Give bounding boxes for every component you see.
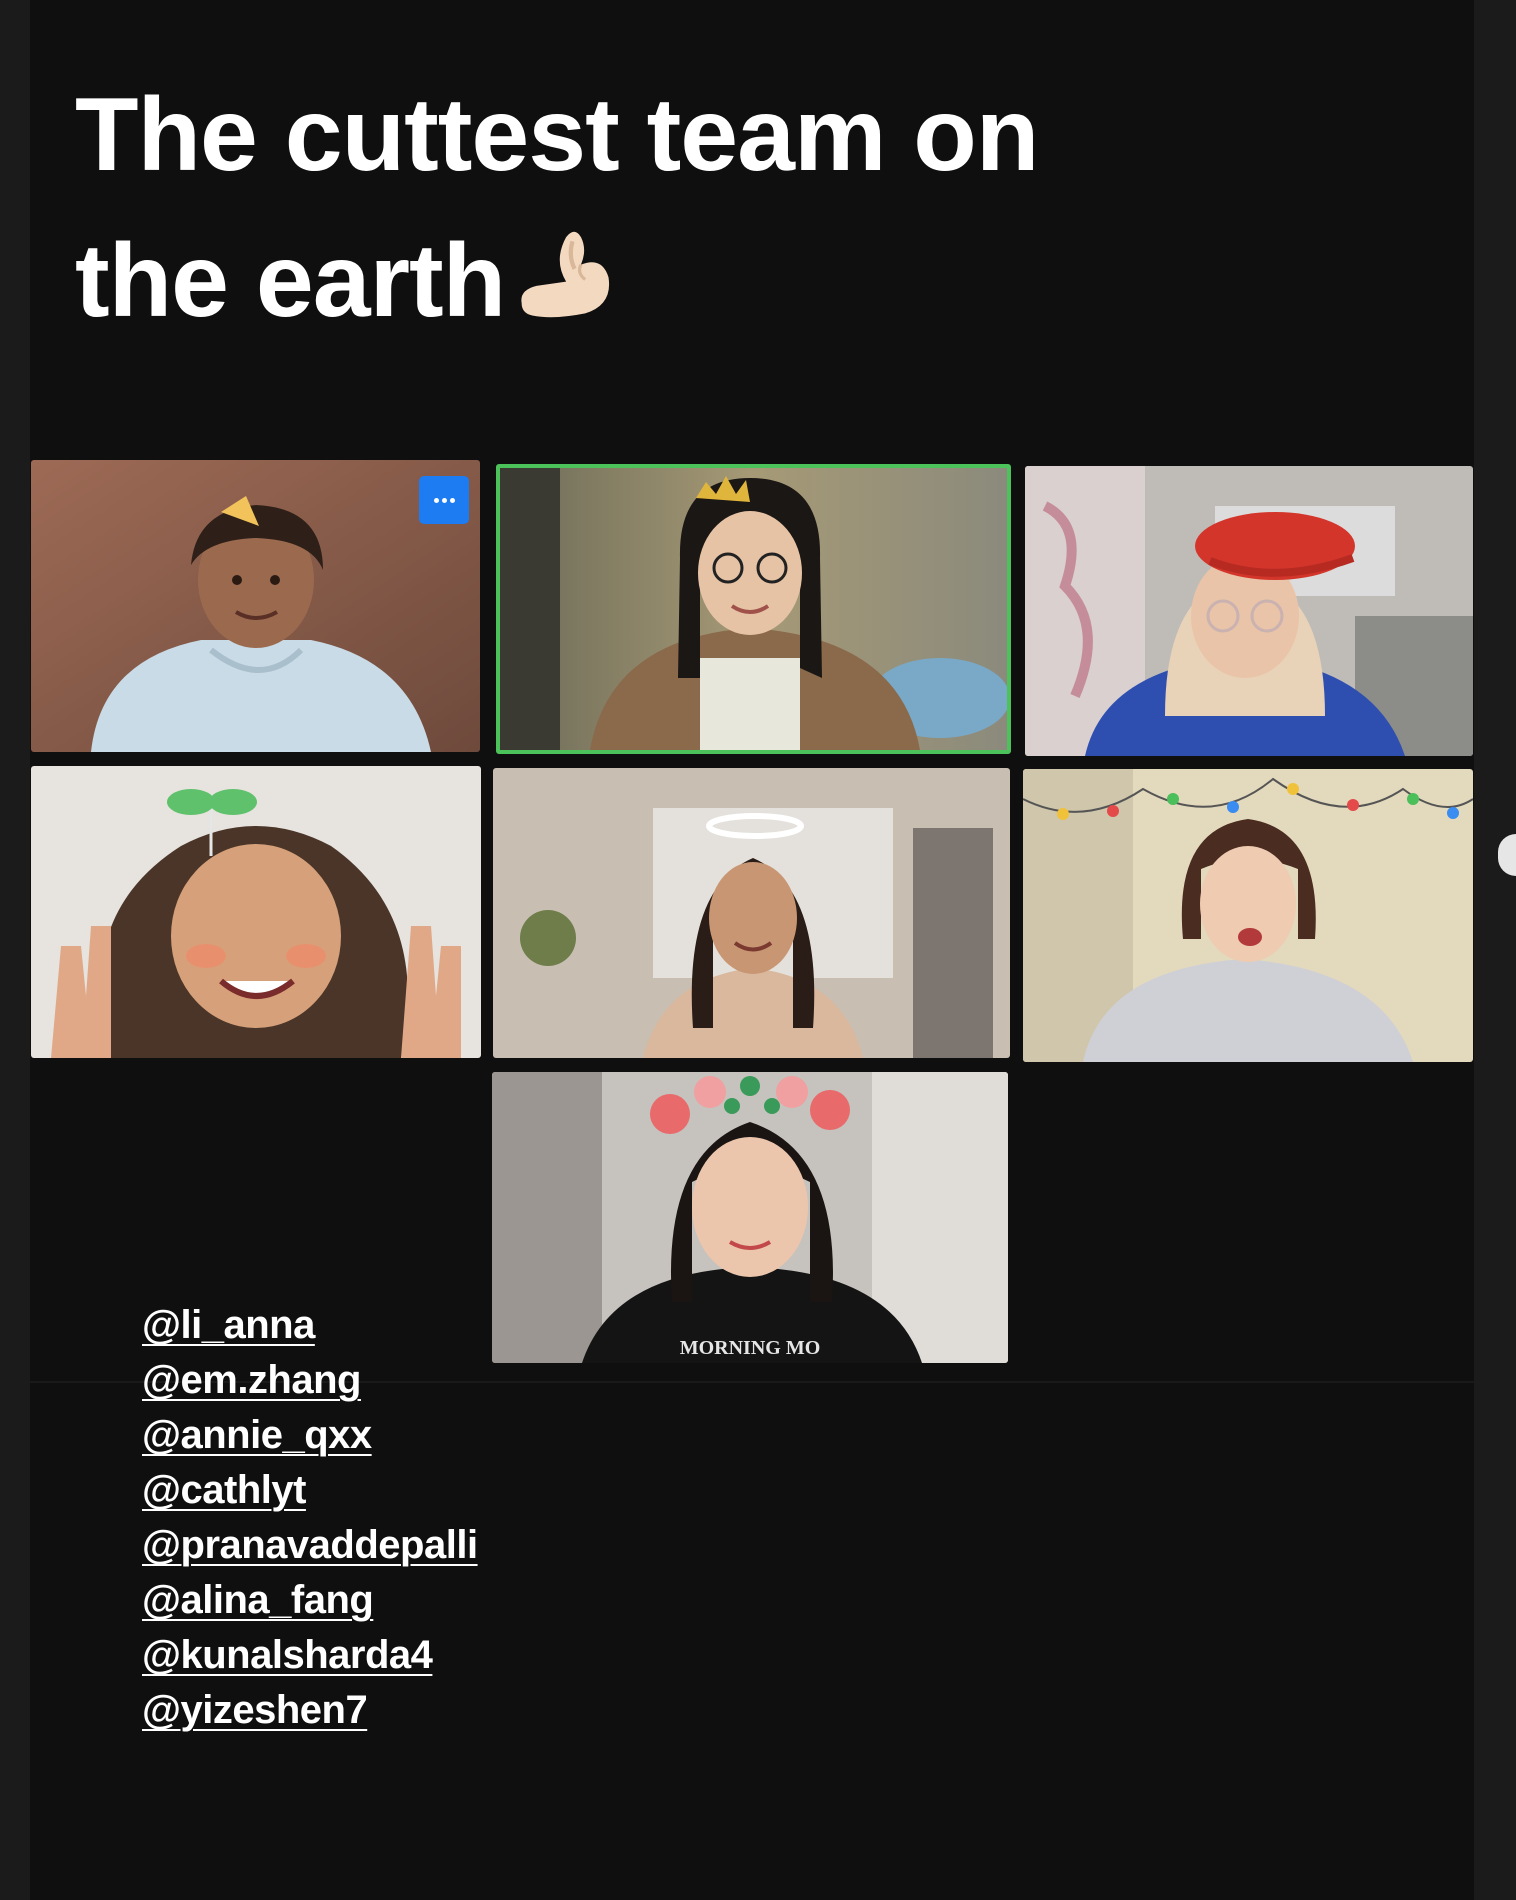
participant-tile-2-active[interactable]	[496, 464, 1011, 754]
mention-link[interactable]: @cathlyt	[142, 1463, 478, 1518]
mention-link[interactable]: @pranavaddepalli	[142, 1518, 478, 1573]
caption-line-2: the earth	[75, 208, 1275, 354]
story-caption: The cuttest team on the earth	[75, 62, 1275, 354]
right-edge	[1474, 0, 1516, 1900]
caption-line-2-text: the earth	[75, 223, 506, 339]
mention-list: @li_anna @em.zhang @annie_qxx @cathlyt @…	[142, 1298, 478, 1738]
mention-link[interactable]: @kunalsharda4	[142, 1628, 478, 1683]
mention-link[interactable]: @alina_fang	[142, 1573, 478, 1628]
participant-tile-6[interactable]	[1023, 769, 1473, 1062]
participant-tile-4[interactable]	[31, 766, 481, 1058]
more-options-button[interactable]	[419, 476, 469, 524]
mention-link[interactable]: @yizeshen7	[142, 1683, 478, 1738]
left-edge	[0, 0, 30, 1900]
participant-tile-1[interactable]	[31, 460, 480, 752]
mention-link[interactable]: @annie_qxx	[142, 1408, 478, 1463]
caption-line-1: The cuttest team on	[75, 77, 1039, 193]
pinching-hand-emoji-icon	[511, 216, 617, 322]
participant-tile-5[interactable]	[493, 768, 1010, 1058]
participant-tile-3[interactable]	[1025, 466, 1473, 756]
mention-link[interactable]: @em.zhang	[142, 1353, 478, 1408]
participant-tile-7[interactable]: MORNING MO	[492, 1072, 1008, 1363]
mention-link[interactable]: @li_anna	[142, 1298, 478, 1353]
hoodie-print: MORNING MO	[680, 1337, 821, 1359]
